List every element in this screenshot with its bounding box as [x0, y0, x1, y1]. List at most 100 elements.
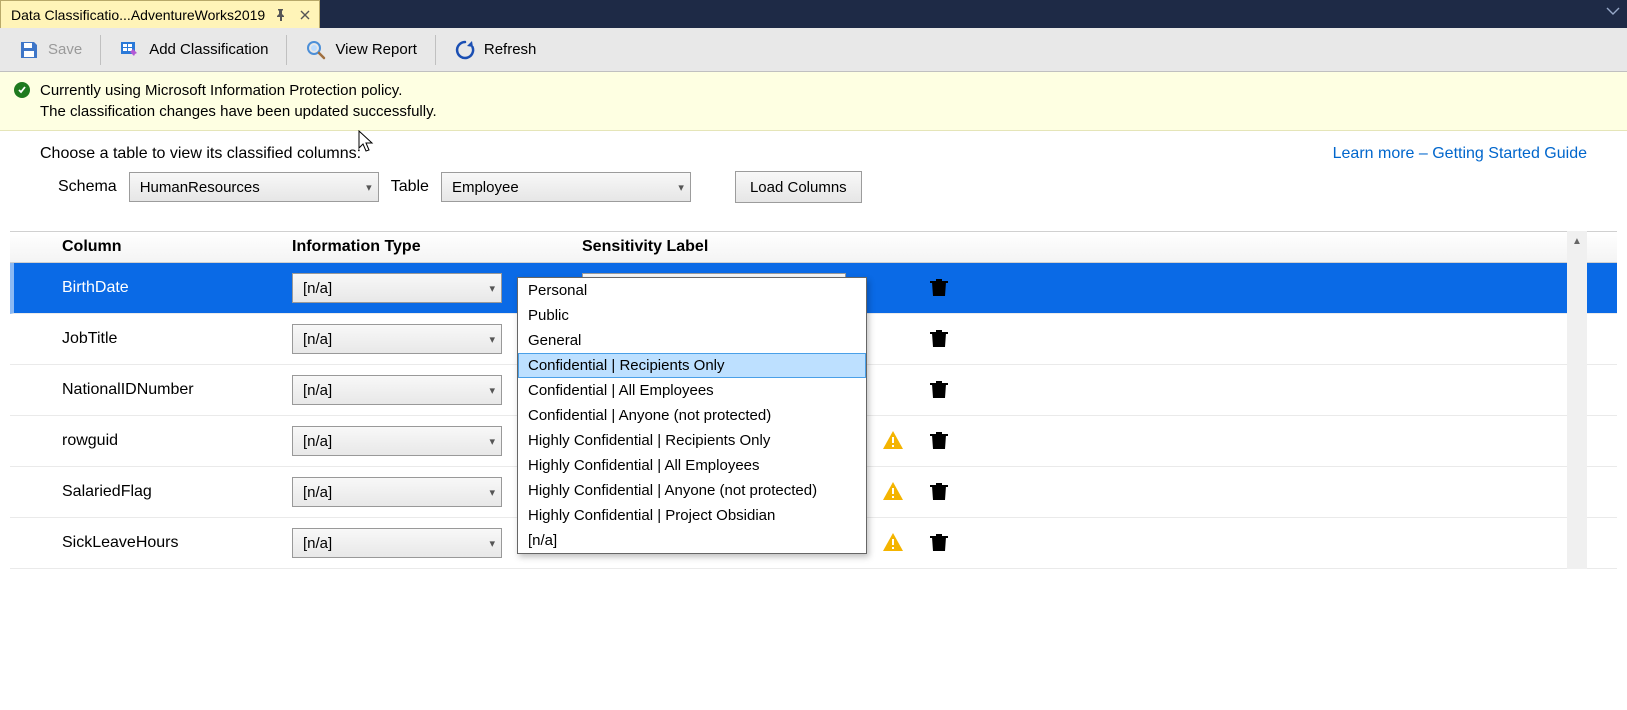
save-icon [18, 39, 40, 61]
info-type-dropdown[interactable]: [n/a] ▾ [292, 528, 502, 558]
trash-icon[interactable] [928, 327, 950, 349]
column-name: SickLeaveHours [62, 534, 292, 552]
delete-cell [928, 327, 974, 352]
delete-cell [928, 276, 974, 301]
banner-line-1: Currently using Microsoft Information Pr… [40, 80, 437, 101]
delete-cell [928, 429, 974, 454]
toolbar-separator [100, 35, 101, 65]
trash-icon[interactable] [928, 429, 950, 451]
table-value: Employee [452, 179, 519, 196]
dropdown-option[interactable]: Highly Confidential | Recipients Only [518, 428, 866, 453]
refresh-button[interactable]: Refresh [442, 32, 549, 68]
banner-line-2: The classification changes have been upd… [40, 101, 437, 122]
chevron-down-icon: ▾ [489, 537, 495, 550]
delete-cell [928, 480, 974, 505]
vertical-scrollbar[interactable]: ▲ [1567, 231, 1587, 569]
save-label: Save [48, 41, 82, 58]
info-type-dropdown[interactable]: [n/a] ▾ [292, 375, 502, 405]
document-tab[interactable]: Data Classificatio...AdventureWorks2019 [0, 0, 320, 28]
header-sensitivity: Sensitivity Label [582, 238, 882, 256]
dropdown-option[interactable]: Personal [518, 278, 866, 303]
chevron-down-icon: ▾ [489, 435, 495, 448]
view-report-label: View Report [335, 41, 416, 58]
magnifier-icon [305, 39, 327, 61]
refresh-icon [454, 39, 476, 61]
view-report-button[interactable]: View Report [293, 32, 428, 68]
scroll-up-icon[interactable]: ▲ [1567, 231, 1587, 251]
info-type-value: [n/a] [303, 484, 332, 501]
column-name: BirthDate [62, 279, 292, 297]
info-type-dropdown[interactable]: [n/a] ▾ [292, 477, 502, 507]
trash-icon[interactable] [928, 480, 950, 502]
save-button: Save [6, 32, 94, 68]
toolbar: Save Add Classification View Report Refr… [0, 28, 1627, 72]
delete-cell [928, 378, 974, 403]
dropdown-option[interactable]: [n/a] [518, 528, 866, 553]
info-type-value: [n/a] [303, 331, 332, 348]
classification-grid: Column Information Type Sensitivity Labe… [10, 231, 1617, 569]
warning-icon [882, 531, 904, 553]
info-type-value: [n/a] [303, 535, 332, 552]
delete-cell [928, 531, 974, 556]
info-type-dropdown[interactable]: [n/a] ▾ [292, 273, 502, 303]
dropdown-option[interactable]: General [518, 328, 866, 353]
chevron-down-icon: ▾ [489, 486, 495, 499]
close-icon[interactable] [297, 7, 313, 23]
info-type-value: [n/a] [303, 382, 332, 399]
info-type-value: [n/a] [303, 433, 332, 450]
grid-header: Column Information Type Sensitivity Labe… [10, 232, 1617, 263]
add-classification-label: Add Classification [149, 41, 268, 58]
chevron-down-icon: ▾ [366, 181, 372, 194]
table-dropdown[interactable]: Employee ▾ [441, 172, 691, 202]
dropdown-option[interactable]: Confidential | Anyone (not protected) [518, 403, 866, 428]
checkmark-icon [14, 82, 30, 98]
chevron-down-icon: ▾ [489, 333, 495, 346]
warning-icon [882, 429, 904, 451]
warning-cell [882, 480, 928, 505]
load-columns-button[interactable]: Load Columns [735, 171, 862, 203]
toolbar-separator [435, 35, 436, 65]
header-column: Column [62, 238, 292, 256]
refresh-label: Refresh [484, 41, 537, 58]
trash-icon[interactable] [928, 276, 950, 298]
dropdown-option[interactable]: Highly Confidential | Project Obsidian [518, 503, 866, 528]
warning-cell [882, 429, 928, 454]
content-area: Choose a table to view its classified co… [0, 131, 1627, 569]
column-name: rowguid [62, 432, 292, 450]
trash-icon[interactable] [928, 531, 950, 553]
add-classification-button[interactable]: Add Classification [107, 32, 280, 68]
window-menu-icon[interactable] [1605, 4, 1621, 21]
info-type-dropdown[interactable]: [n/a] ▾ [292, 426, 502, 456]
column-name: NationalIDNumber [62, 381, 292, 399]
dropdown-option[interactable]: Public [518, 303, 866, 328]
info-type-value: [n/a] [303, 280, 332, 297]
add-classification-icon [119, 39, 141, 61]
chevron-down-icon: ▾ [678, 181, 684, 194]
column-name: JobTitle [62, 330, 292, 348]
pin-icon[interactable] [273, 7, 289, 23]
toolbar-separator [286, 35, 287, 65]
dropdown-option[interactable]: Confidential | Recipients Only [518, 353, 866, 378]
dropdown-option[interactable]: Confidential | All Employees [518, 378, 866, 403]
load-columns-label: Load Columns [750, 179, 847, 196]
info-banner: Currently using Microsoft Information Pr… [0, 72, 1627, 131]
schema-dropdown[interactable]: HumanResources ▾ [129, 172, 379, 202]
tab-title: Data Classificatio...AdventureWorks2019 [11, 7, 265, 23]
banner-text: Currently using Microsoft Information Pr… [40, 80, 437, 122]
chevron-down-icon: ▾ [489, 384, 495, 397]
warning-cell [882, 531, 928, 556]
sensitivity-dropdown-popup[interactable]: PersonalPublicGeneralConfidential | Reci… [517, 277, 867, 554]
table-label: Table [391, 178, 429, 196]
header-info-type: Information Type [292, 238, 582, 256]
dropdown-option[interactable]: Highly Confidential | Anyone (not protec… [518, 478, 866, 503]
warning-icon [882, 480, 904, 502]
trash-icon[interactable] [928, 378, 950, 400]
learn-more-link[interactable]: Learn more – Getting Started Guide [1333, 145, 1587, 163]
info-type-dropdown[interactable]: [n/a] ▾ [292, 324, 502, 354]
schema-label: Schema [58, 178, 117, 196]
chevron-down-icon: ▾ [489, 282, 495, 295]
schema-value: HumanResources [140, 179, 260, 196]
dropdown-option[interactable]: Highly Confidential | All Employees [518, 453, 866, 478]
column-name: SalariedFlag [62, 483, 292, 501]
window-titlebar: Data Classificatio...AdventureWorks2019 [0, 0, 1627, 28]
